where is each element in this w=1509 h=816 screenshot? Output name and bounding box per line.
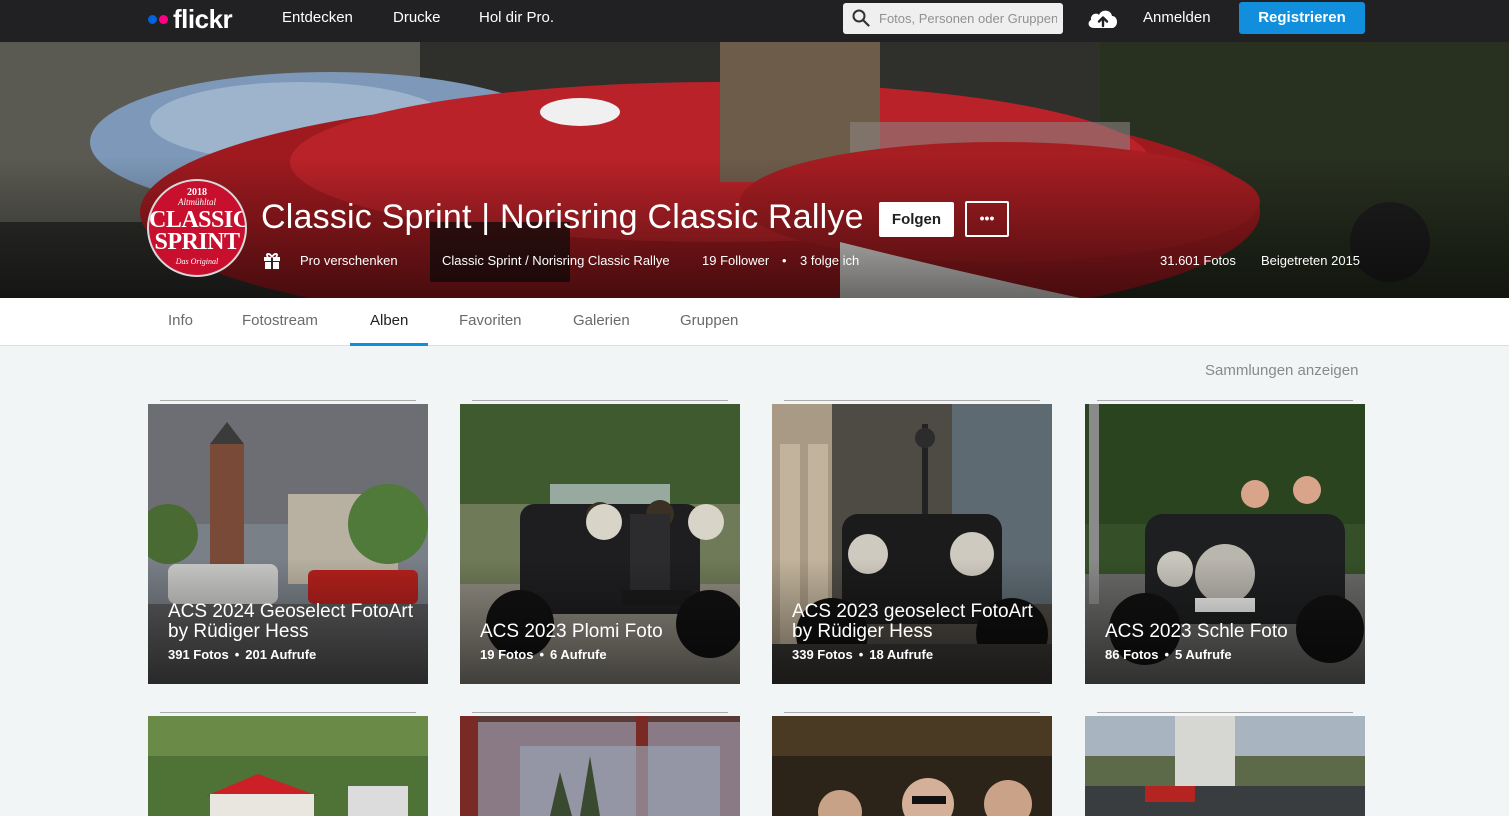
gift-icon[interactable] [262, 250, 282, 270]
album-shade [1085, 404, 1365, 684]
more-options-button[interactable]: ••• [965, 201, 1009, 237]
album-cover-image [148, 716, 428, 816]
album-stack-line [784, 400, 1040, 401]
album-cover-image [772, 716, 1052, 816]
album-view-count: 6 Aufrufe [550, 647, 607, 662]
album-card[interactable]: ACS 2023 Plomi Foto 19 Fotos • 6 Aufrufe [460, 404, 740, 684]
search-input[interactable] [879, 3, 1057, 34]
album-card[interactable]: ACS 2023 Schle Foto 86 Fotos • 5 Aufrufe [1085, 404, 1365, 684]
album-photo-count: 339 Fotos [792, 647, 853, 662]
gift-pro-link[interactable]: Pro verschenken [300, 253, 398, 268]
meta-separator: • [782, 253, 787, 268]
album-stack-line [1097, 400, 1353, 401]
album-title: ACS 2023 Plomi Foto [480, 621, 663, 642]
top-nav: flickr Entdecken Drucke Hol dir Pro. Anm… [0, 0, 1509, 42]
album-card[interactable] [1085, 716, 1365, 816]
album-card[interactable]: ACS 2023 geoselect FotoArt by Rüdiger He… [772, 404, 1052, 684]
album-stats: 86 Fotos • 5 Aufrufe [1105, 647, 1232, 662]
album-title: ACS 2023 geoselect FotoArt by Rüdiger He… [792, 601, 1033, 642]
tab-favoriten[interactable]: Favoriten [459, 298, 522, 346]
search-icon[interactable] [852, 9, 870, 27]
avatar-line-sprint: SPRINT [154, 229, 240, 255]
album-shade [460, 404, 740, 684]
register-button[interactable]: Registrieren [1239, 2, 1365, 34]
signin-link[interactable]: Anmelden [1143, 0, 1211, 36]
album-stack-line [1097, 712, 1353, 713]
flickr-logo[interactable]: flickr [148, 3, 233, 34]
album-stack-line [160, 712, 416, 713]
album-stack-line [784, 712, 1040, 713]
search-box [843, 3, 1063, 34]
logo-blue-dot [148, 14, 157, 24]
nav-link-pro[interactable]: Hol dir Pro. [479, 0, 554, 36]
album-cover-image [1085, 716, 1365, 816]
tab-gruppen[interactable]: Gruppen [680, 298, 738, 346]
tab-alben[interactable]: Alben [350, 298, 429, 346]
avatar-line-classic: CLASSIC [149, 207, 247, 233]
tab-fotostream[interactable]: Fotostream [242, 298, 318, 346]
profile-name: Classic Sprint / Norisring Classic Rally… [442, 253, 670, 268]
upload-cloud-icon[interactable] [1086, 6, 1120, 30]
album-stack-line [160, 400, 416, 401]
avatar-subtitle: Altmühltal [178, 197, 216, 207]
logo-pink-dot [159, 14, 168, 24]
album-stack-line [472, 712, 728, 713]
album-photo-count: 19 Fotos [480, 647, 534, 662]
avatar-footer: Das Original [175, 257, 219, 266]
followers-link[interactable]: 19 Follower [702, 253, 769, 268]
album-stats: 339 Fotos • 18 Aufrufe [792, 647, 934, 662]
album-card[interactable] [148, 716, 428, 816]
avatar-logo-text: CLASSIC SPRINT [149, 207, 247, 255]
album-view-count: 5 Aufrufe [1175, 647, 1232, 662]
album-view-count: 201 Aufrufe [245, 647, 317, 662]
album-stack-line [472, 400, 728, 401]
photo-count: 31.601 Fotos [1160, 253, 1236, 268]
avatar[interactable]: 2018 Altmühltal CLASSIC SPRINT Das Origi… [147, 179, 247, 277]
album-cover-image [460, 716, 740, 816]
joined-date: Beigetreten 2015 [1261, 253, 1361, 268]
following-link[interactable]: 3 folge ich [800, 253, 859, 268]
album-shade [772, 404, 1052, 684]
album-shade [148, 404, 428, 684]
tab-info[interactable]: Info [168, 298, 193, 346]
profile-subnav: Info Fotostream Alben Favoriten Galerien… [0, 298, 1509, 346]
tab-galerien[interactable]: Galerien [573, 298, 630, 346]
show-collections-link[interactable]: Sammlungen anzeigen [1205, 362, 1358, 379]
album-card[interactable] [772, 716, 1052, 816]
album-card[interactable]: ACS 2024 Geoselect FotoArt by Rüdiger He… [148, 404, 428, 684]
album-photo-count: 86 Fotos [1105, 647, 1159, 662]
album-stats: 19 Fotos • 6 Aufrufe [480, 647, 607, 662]
page-title: Classic Sprint | Norisring Classic Rally… [261, 198, 864, 236]
nav-link-entdecken[interactable]: Entdecken [282, 0, 353, 36]
album-stats: 391 Fotos • 201 Aufrufe [168, 647, 317, 662]
album-title: ACS 2023 Schle Foto [1105, 621, 1288, 642]
album-card[interactable] [460, 716, 740, 816]
follow-button[interactable]: Folgen [879, 202, 954, 237]
album-view-count: 18 Aufrufe [869, 647, 934, 662]
album-title: ACS 2024 Geoselect FotoArt by Rüdiger He… [168, 601, 414, 642]
nav-link-drucke[interactable]: Drucke [393, 0, 441, 36]
logo-text: flickr [173, 3, 233, 34]
album-photo-count: 391 Fotos [168, 647, 229, 662]
